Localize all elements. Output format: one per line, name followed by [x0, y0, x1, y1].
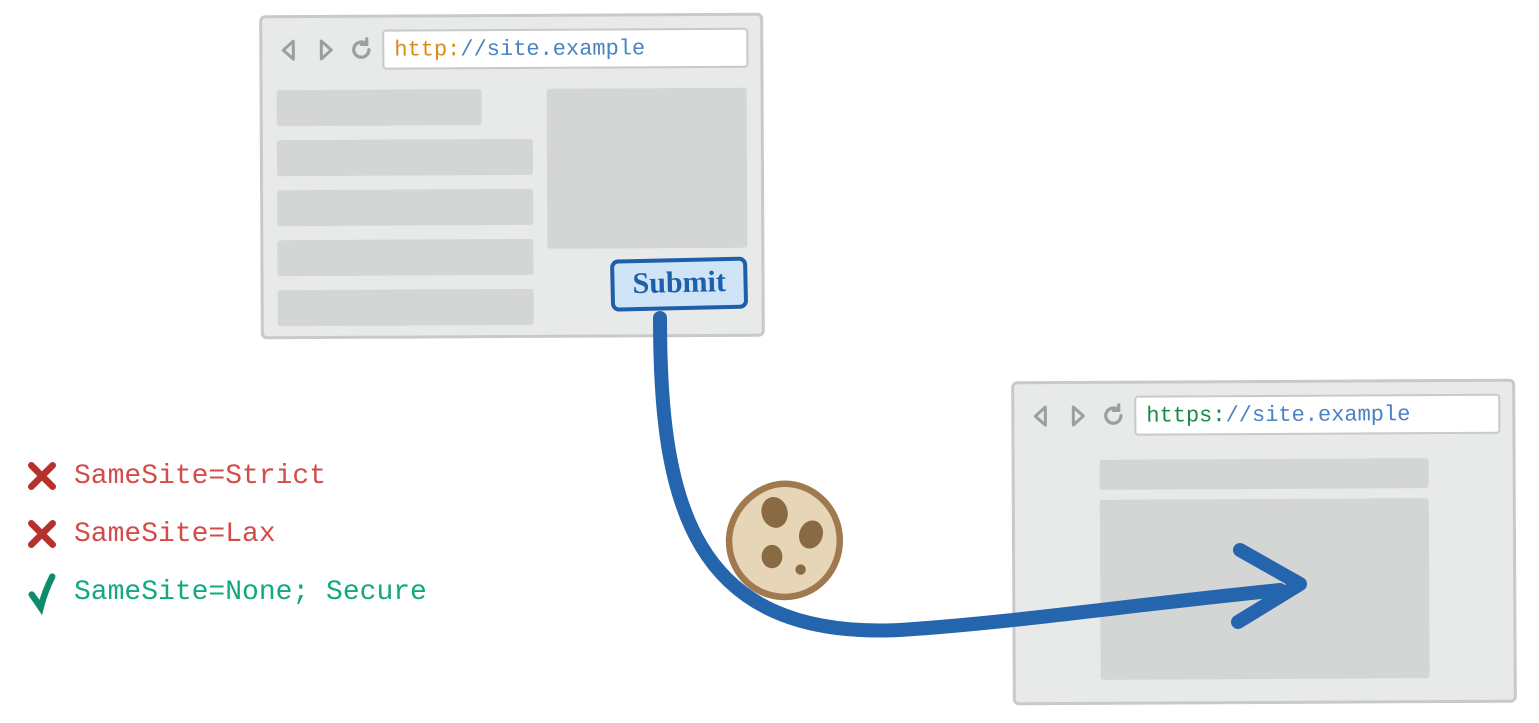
- reload-icon: [346, 35, 376, 65]
- browser-toolbar: http: //site.example: [262, 16, 760, 85]
- url-scheme: http:: [394, 37, 460, 62]
- check-icon: [24, 574, 60, 610]
- legend-label: SameSite=None; Secure: [74, 577, 427, 608]
- text-line: [277, 89, 482, 126]
- page-content: [1015, 448, 1514, 691]
- url-host: //site.example: [1225, 402, 1410, 428]
- submit-button[interactable]: Submit: [610, 257, 749, 312]
- forward-icon: [310, 35, 340, 65]
- cookie-icon: [720, 476, 850, 606]
- cross-icon: [24, 516, 60, 552]
- cross-icon: [24, 458, 60, 494]
- legend-strict: SameSite=Strict: [24, 458, 427, 494]
- page-content: Submit: [263, 82, 762, 341]
- text-line: [277, 139, 533, 176]
- text-line: [1099, 458, 1428, 490]
- url-host: //site.example: [460, 36, 645, 62]
- text-line: [277, 189, 533, 226]
- legend-label: SameSite=Lax: [74, 519, 276, 550]
- text-line: [278, 289, 534, 326]
- url-bar-https: https: //site.example: [1134, 394, 1500, 436]
- browser-http: http: //site.example Submit: [259, 13, 765, 340]
- browser-toolbar: https: //site.example: [1014, 382, 1512, 451]
- url-scheme: https:: [1146, 403, 1225, 428]
- legend-none: SameSite=None; Secure: [24, 574, 427, 610]
- forward-icon: [1062, 401, 1092, 431]
- browser-https: https: //site.example: [1011, 379, 1517, 706]
- back-icon: [274, 35, 304, 65]
- content-left: [277, 89, 534, 326]
- image-block: [1099, 498, 1429, 680]
- url-bar-http: http: //site.example: [382, 28, 748, 70]
- back-icon: [1026, 401, 1056, 431]
- reload-icon: [1098, 401, 1128, 431]
- legend-label: SameSite=Strict: [74, 461, 326, 492]
- legend-lax: SameSite=Lax: [24, 516, 427, 552]
- image-block: [547, 88, 748, 249]
- text-line: [277, 239, 533, 276]
- content-right: Submit: [547, 88, 748, 325]
- diagram-stage: http: //site.example Submit: [0, 0, 1539, 723]
- cookie-legend: SameSite=Strict SameSite=Lax SameSite=No…: [24, 458, 427, 632]
